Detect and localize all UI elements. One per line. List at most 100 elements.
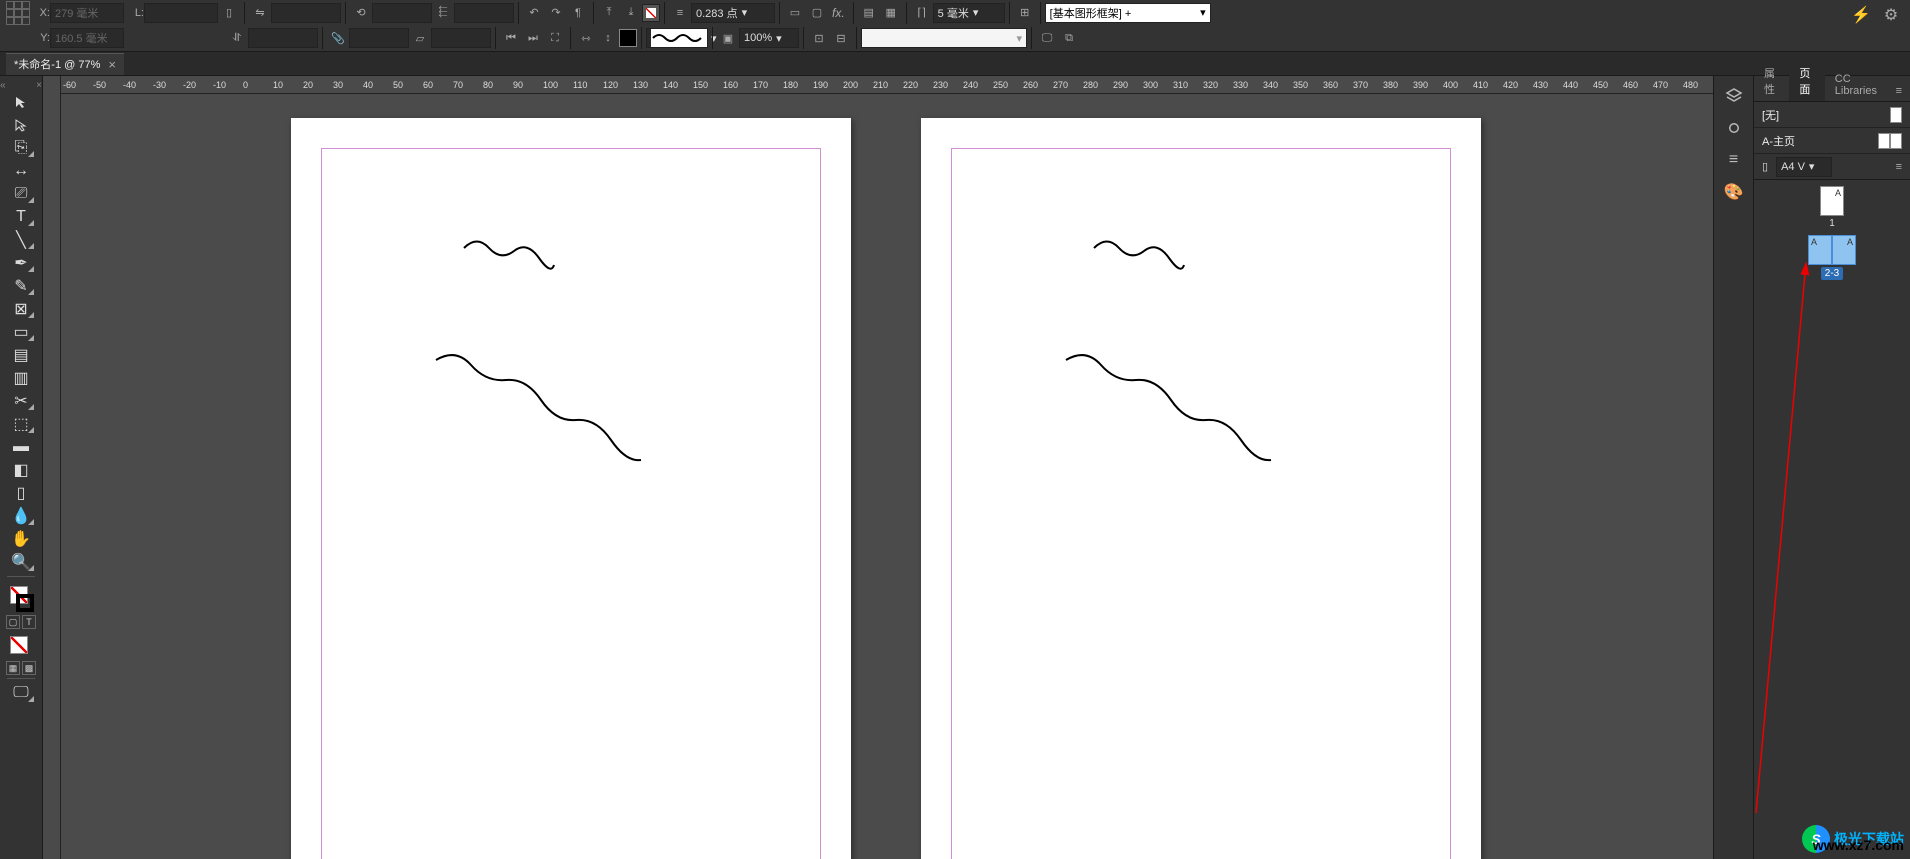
page-size-dropdown[interactable]: A4 V▾ xyxy=(1776,157,1832,177)
stroke-weight-dropdown[interactable]: 0.283 点▾ xyxy=(691,3,775,23)
fill-swatch[interactable] xyxy=(642,4,660,22)
text-wrap-none-icon[interactable]: ▤ xyxy=(858,2,880,24)
size-menu-icon[interactable]: ≡ xyxy=(1896,161,1902,173)
fit-page-icon[interactable]: ⛶ xyxy=(544,27,566,49)
pencil-tool[interactable]: ✎ xyxy=(6,275,36,297)
pen-tool[interactable]: ✒ xyxy=(6,252,36,274)
container-format-button[interactable]: ▢ xyxy=(6,615,20,629)
l-input[interactable] xyxy=(144,3,218,23)
hand-tool[interactable]: ✋ xyxy=(6,528,36,550)
document-tab[interactable]: *未命名-1 @ 77% × xyxy=(6,53,124,75)
distribute-h-icon[interactable]: ⇿ xyxy=(575,27,597,49)
master-a[interactable]: A-主页 xyxy=(1754,128,1910,154)
paragraph-icon[interactable]: ¶ xyxy=(567,2,589,24)
wavy-line-object[interactable] xyxy=(431,350,651,470)
lock-icon[interactable]: ▯ xyxy=(218,2,240,24)
free-transform-tool[interactable]: ⬚ xyxy=(6,413,36,435)
height-input[interactable] xyxy=(248,28,318,48)
master-none[interactable]: [无] xyxy=(1754,102,1910,128)
text-format-button[interactable]: T xyxy=(22,615,36,629)
page-2[interactable] xyxy=(291,118,851,859)
gear-icon[interactable]: ⚙ xyxy=(1880,4,1902,26)
shear-input[interactable] xyxy=(454,3,514,23)
opacity-dropdown[interactable]: 100%▾ xyxy=(739,28,799,48)
apply-none-button[interactable]: ▦ xyxy=(6,661,20,675)
rectangle-frame-tool[interactable]: ⊠ xyxy=(6,298,36,320)
direct-selection-tool[interactable] xyxy=(6,114,36,136)
skew-icon[interactable]: ▱ xyxy=(409,27,431,49)
swatches-icon[interactable]: 🎨 xyxy=(1720,178,1748,206)
distribute-v-icon[interactable]: ↕ xyxy=(597,27,619,49)
scale-y-input[interactable] xyxy=(431,28,491,48)
vertical-ruler[interactable] xyxy=(43,76,61,859)
line-tool[interactable]: ╲ xyxy=(6,229,36,251)
wavy-line-object[interactable] xyxy=(459,228,559,278)
document-canvas[interactable] xyxy=(61,94,1713,859)
layers-icon[interactable] xyxy=(1720,82,1748,110)
wavy-line-object[interactable] xyxy=(1089,228,1189,278)
default-fill-stroke[interactable] xyxy=(6,636,36,658)
horizontal-ruler[interactable]: -60-50-40-30-20-100102030405060708090100… xyxy=(61,76,1713,94)
zoom-tool[interactable]: 🔍 xyxy=(6,551,36,573)
flip-vertical-icon[interactable]: ⥯ xyxy=(226,27,248,49)
tab-cc-libraries[interactable]: CC Libraries xyxy=(1825,69,1888,101)
arrange-icon[interactable]: ⧉ xyxy=(1058,27,1080,49)
rotate-icon[interactable]: ⟲ xyxy=(350,2,372,24)
fill-stroke-swatch[interactable] xyxy=(6,586,36,612)
scissors-tool[interactable]: ✂ xyxy=(6,390,36,412)
apply-gradient-button[interactable]: ▩ xyxy=(22,661,36,675)
orientation-icon[interactable]: ▯ xyxy=(1762,160,1768,173)
stroke-color-swatch[interactable] xyxy=(619,29,637,47)
panel-menu-icon[interactable]: ≡ xyxy=(1888,81,1910,101)
note-tool[interactable]: ▯ xyxy=(6,482,36,504)
screen-mode-icon[interactable]: 🖵 xyxy=(1036,27,1058,49)
next-spread-icon[interactable]: ⏭ xyxy=(522,27,544,49)
gradient-swatch-tool[interactable]: ▬ xyxy=(6,436,36,458)
corner-options-icon[interactable]: ⌈⌉ xyxy=(911,2,933,24)
gap-tool[interactable]: ↔ xyxy=(6,160,36,182)
pages-thumbnail-area[interactable]: A 1 A A 2-3 xyxy=(1754,180,1910,859)
align-bottom-icon[interactable]: ⤓ xyxy=(620,2,642,24)
opacity-icon[interactable]: ▣ xyxy=(717,27,739,49)
links-icon[interactable] xyxy=(1720,114,1748,142)
attachment-icon[interactable]: 📎 xyxy=(327,27,349,49)
panel-drag-handle[interactable]: « × xyxy=(0,80,42,90)
eyedropper-tool[interactable]: 💧 xyxy=(6,505,36,527)
content-aware-fit-icon[interactable]: ⊟ xyxy=(830,27,852,49)
page-3[interactable] xyxy=(921,118,1481,859)
fx-button[interactable]: fx. xyxy=(828,6,849,20)
scale-x-input[interactable] xyxy=(349,28,409,48)
spread-thumb-2-3[interactable]: A A xyxy=(1808,235,1856,265)
type-tool[interactable]: T xyxy=(6,206,36,228)
gradient-feather-tool[interactable]: ◧ xyxy=(6,459,36,481)
tab-pages[interactable]: 页面 xyxy=(1789,61,1824,101)
undo-icon[interactable]: ↶ xyxy=(523,2,545,24)
wavy-line-object[interactable] xyxy=(1061,350,1281,470)
text-wrap-around-icon[interactable]: ▦ xyxy=(880,2,902,24)
selection-tool[interactable] xyxy=(6,91,36,113)
close-icon[interactable]: × xyxy=(36,80,42,90)
horizontal-grid-tool[interactable]: ▤ xyxy=(6,344,36,366)
object-style-dropdown[interactable]: [基本图形框架] +▾ xyxy=(1045,3,1211,23)
width-input[interactable] xyxy=(271,3,341,23)
rect-icon[interactable]: ▭ xyxy=(784,2,806,24)
vertical-grid-tool[interactable]: ▥ xyxy=(6,367,36,389)
shear-icon[interactable]: ⬱ xyxy=(432,2,454,24)
content-collector-tool[interactable]: ⎚ xyxy=(6,183,36,205)
stroke-style-dropdown[interactable]: ▾ xyxy=(646,28,708,48)
prev-spread-icon[interactable]: ⏮ xyxy=(500,27,522,49)
rounded-rect-icon[interactable]: ▢ xyxy=(806,2,828,24)
stroke-icon[interactable]: ≡ xyxy=(1720,146,1748,174)
reference-point-grid[interactable] xyxy=(6,1,30,25)
view-mode-button[interactable]: 🖵 xyxy=(6,682,36,704)
rectangle-tool[interactable]: ▭ xyxy=(6,321,36,343)
rotate-input[interactable] xyxy=(372,3,432,23)
redo-icon[interactable]: ↷ xyxy=(545,2,567,24)
tab-properties[interactable]: 属性 xyxy=(1754,61,1789,101)
gradient-dropdown[interactable]: ▾ xyxy=(861,28,1027,48)
x-input[interactable] xyxy=(50,3,124,23)
corner-size-dropdown[interactable]: 5 毫米▾ xyxy=(933,3,1005,23)
frame-grid-icon[interactable]: ⊞ xyxy=(1014,2,1036,24)
flip-horizontal-icon[interactable]: ⇋ xyxy=(249,2,271,24)
auto-fit-icon[interactable]: ⊡ xyxy=(808,27,830,49)
